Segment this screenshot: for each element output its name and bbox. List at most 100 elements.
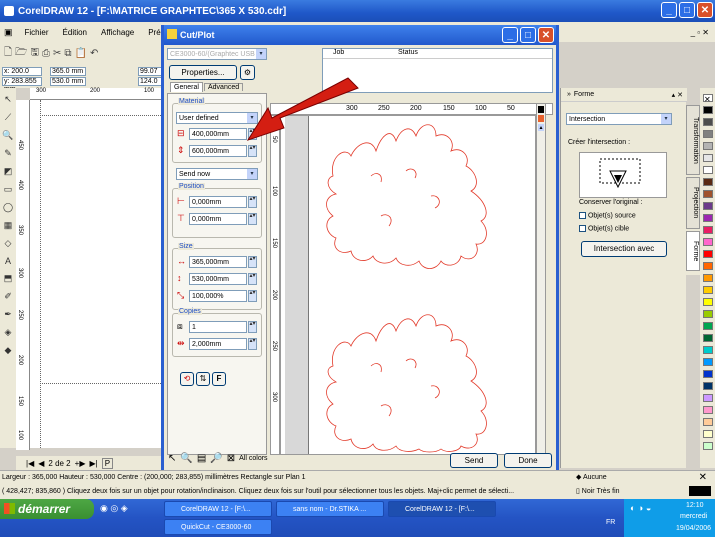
palette-swatch[interactable] bbox=[703, 394, 713, 402]
zoom-tool-icon[interactable]: 🔍 bbox=[2, 130, 13, 141]
print-icon[interactable]: ⎙ bbox=[42, 48, 50, 59]
size-height-spinner[interactable]: ▴▾ bbox=[248, 273, 257, 285]
palette-swatch[interactable] bbox=[703, 334, 713, 342]
zoom-tool-icon[interactable]: 🔍 bbox=[180, 453, 192, 464]
text-tool-icon[interactable]: A bbox=[5, 256, 11, 266]
fill-status[interactable]: ◆ Aucune bbox=[576, 473, 607, 481]
copies-spacing-spinner[interactable]: ▴▾ bbox=[248, 338, 257, 350]
intersect-with-button[interactable]: Intersection avec bbox=[581, 241, 667, 257]
dialog-minimize-button[interactable]: _ bbox=[502, 27, 518, 43]
eyedropper-icon[interactable]: ✐ bbox=[4, 291, 12, 302]
properties-button[interactable]: Properties... bbox=[169, 65, 237, 80]
scale-y-field[interactable]: 124.0 bbox=[138, 77, 162, 86]
palette-swatch[interactable] bbox=[703, 442, 713, 450]
minimize-button[interactable]: _ bbox=[661, 2, 677, 18]
palette-swatch[interactable] bbox=[703, 382, 713, 390]
shape-tool-icon[interactable]: ⟋ bbox=[5, 112, 11, 123]
palette-swatch[interactable] bbox=[703, 430, 713, 438]
menu-affichage[interactable]: Affichage bbox=[99, 28, 136, 37]
page-tab[interactable]: P bbox=[101, 457, 114, 469]
color-chip-orange[interactable] bbox=[538, 115, 544, 122]
done-button[interactable]: Done bbox=[504, 453, 552, 468]
palette-swatch[interactable] bbox=[703, 118, 713, 126]
palette-swatch[interactable] bbox=[703, 250, 713, 258]
task-sans-nom[interactable]: sans nom - Dr.STIKA ... bbox=[276, 501, 384, 517]
scale-x-field[interactable]: 99.07 bbox=[138, 67, 162, 76]
outline-status[interactable]: ▯ Noir Très fin bbox=[576, 487, 620, 495]
drawing-canvas[interactable] bbox=[30, 100, 165, 448]
palette-swatch[interactable] bbox=[703, 406, 713, 414]
tab-transformation[interactable]: Transformation bbox=[686, 105, 700, 175]
tab-forme[interactable]: Forme bbox=[686, 231, 700, 271]
rotate-icon[interactable]: ⟲ bbox=[180, 372, 194, 386]
interactive-tool-icon[interactable]: ⬒ bbox=[4, 273, 13, 284]
palette-swatch[interactable] bbox=[703, 166, 713, 174]
palette-swatch[interactable] bbox=[703, 418, 713, 426]
basic-shapes-icon[interactable]: ◇ bbox=[5, 238, 12, 249]
height-field[interactable]: 530.0 mm bbox=[50, 77, 86, 86]
add-page-button[interactable]: +▶ bbox=[75, 459, 86, 468]
palette-swatch[interactable] bbox=[703, 202, 713, 210]
select-tool-icon[interactable]: ↖ bbox=[168, 453, 176, 464]
task-quickcut[interactable]: QuickCut - CE3000-60 bbox=[164, 519, 272, 535]
save-icon[interactable]: 🖫 bbox=[30, 45, 39, 62]
undo-icon[interactable]: ↶ bbox=[90, 48, 98, 59]
size-height-field[interactable]: 530,000mm bbox=[189, 273, 247, 285]
task-coreldraw-1[interactable]: CorelDRAW 12 - [F:\... bbox=[164, 501, 272, 517]
shaping-mode-select[interactable]: Intersection ▾ bbox=[566, 113, 672, 125]
outline-tool-icon[interactable]: ✒ bbox=[4, 309, 12, 320]
doc-window-controls[interactable]: _ ▫ ✕ bbox=[691, 28, 709, 37]
copies-spacing-field[interactable]: 2,000mm bbox=[189, 338, 247, 350]
scroll-up-icon[interactable]: ▴ bbox=[538, 124, 544, 131]
palette-swatch[interactable] bbox=[703, 106, 713, 114]
tab-general[interactable]: General bbox=[170, 82, 203, 92]
color-chip-black[interactable] bbox=[538, 106, 544, 113]
task-coreldraw-2[interactable]: CorelDRAW 12 - [F:\... bbox=[388, 501, 496, 517]
interactive-fill-icon[interactable]: ◆ bbox=[5, 345, 12, 356]
cut-icon[interactable]: ✂ bbox=[53, 48, 61, 59]
close-button[interactable]: ✕ bbox=[697, 2, 713, 18]
palette-swatch[interactable] bbox=[703, 298, 713, 306]
y-field[interactable]: y: 283.855 mm bbox=[2, 77, 42, 93]
tab-projection[interactable]: Projection bbox=[686, 177, 700, 229]
maximize-button[interactable]: □ bbox=[679, 2, 695, 18]
palette-swatch[interactable] bbox=[703, 130, 713, 138]
palette-swatch[interactable] bbox=[703, 346, 713, 354]
freehand-tool-icon[interactable]: ✎ bbox=[4, 148, 12, 159]
fit-page-icon[interactable]: ▤ bbox=[197, 453, 206, 464]
open-icon[interactable]: 🗁 bbox=[15, 45, 27, 62]
docker-close-icon[interactable]: ▴ ✕ bbox=[672, 91, 683, 99]
fill-tool-icon[interactable]: ◈ bbox=[5, 327, 12, 338]
position-x-spinner[interactable]: ▴▾ bbox=[248, 196, 257, 208]
material-width-field[interactable]: 400,000mm bbox=[189, 128, 247, 140]
palette-swatch[interactable] bbox=[703, 322, 713, 330]
size-width-spinner[interactable]: ▴▾ bbox=[248, 256, 257, 268]
copy-icon[interactable]: ⧉ bbox=[64, 48, 71, 59]
width-field[interactable]: 365.0 mm bbox=[50, 67, 86, 76]
language-indicator[interactable]: FR bbox=[606, 519, 615, 526]
quick-launch-icons[interactable]: ◉ ◎ ◈ bbox=[100, 503, 128, 514]
first-page-button[interactable]: |◀ bbox=[26, 459, 34, 468]
size-width-field[interactable]: 365,000mm bbox=[189, 256, 247, 268]
status-column-header[interactable]: Status bbox=[398, 49, 418, 56]
ellipse-tool-icon[interactable]: ◯ bbox=[3, 202, 13, 213]
palette-swatch[interactable] bbox=[703, 226, 713, 234]
palette-swatch[interactable] bbox=[703, 190, 713, 198]
menu-edition[interactable]: Édition bbox=[61, 28, 89, 37]
position-y-field[interactable]: 0,000mm bbox=[189, 213, 247, 225]
graph-tool-icon[interactable]: ▦ bbox=[4, 220, 13, 231]
weed-box-icon[interactable]: ⊠ bbox=[227, 453, 235, 464]
paste-icon[interactable]: 📋 bbox=[75, 48, 87, 59]
palette-swatch[interactable] bbox=[703, 214, 713, 222]
pick-tool-icon[interactable]: ↖ bbox=[4, 94, 12, 105]
new-icon[interactable]: 🗋 bbox=[4, 45, 12, 62]
fit-icon[interactable]: F bbox=[212, 372, 226, 386]
cut-preview[interactable] bbox=[280, 115, 536, 455]
colors-filter-label[interactable]: All colors bbox=[239, 455, 267, 462]
send-button[interactable]: Send bbox=[450, 453, 498, 468]
scale-field[interactable]: 100,000% bbox=[189, 290, 247, 302]
scale-spinner[interactable]: ▴▾ bbox=[248, 290, 257, 302]
palette-swatch[interactable] bbox=[703, 178, 713, 186]
smart-fill-icon[interactable]: ◩ bbox=[4, 166, 13, 177]
tab-advanced[interactable]: Advanced bbox=[204, 83, 244, 91]
